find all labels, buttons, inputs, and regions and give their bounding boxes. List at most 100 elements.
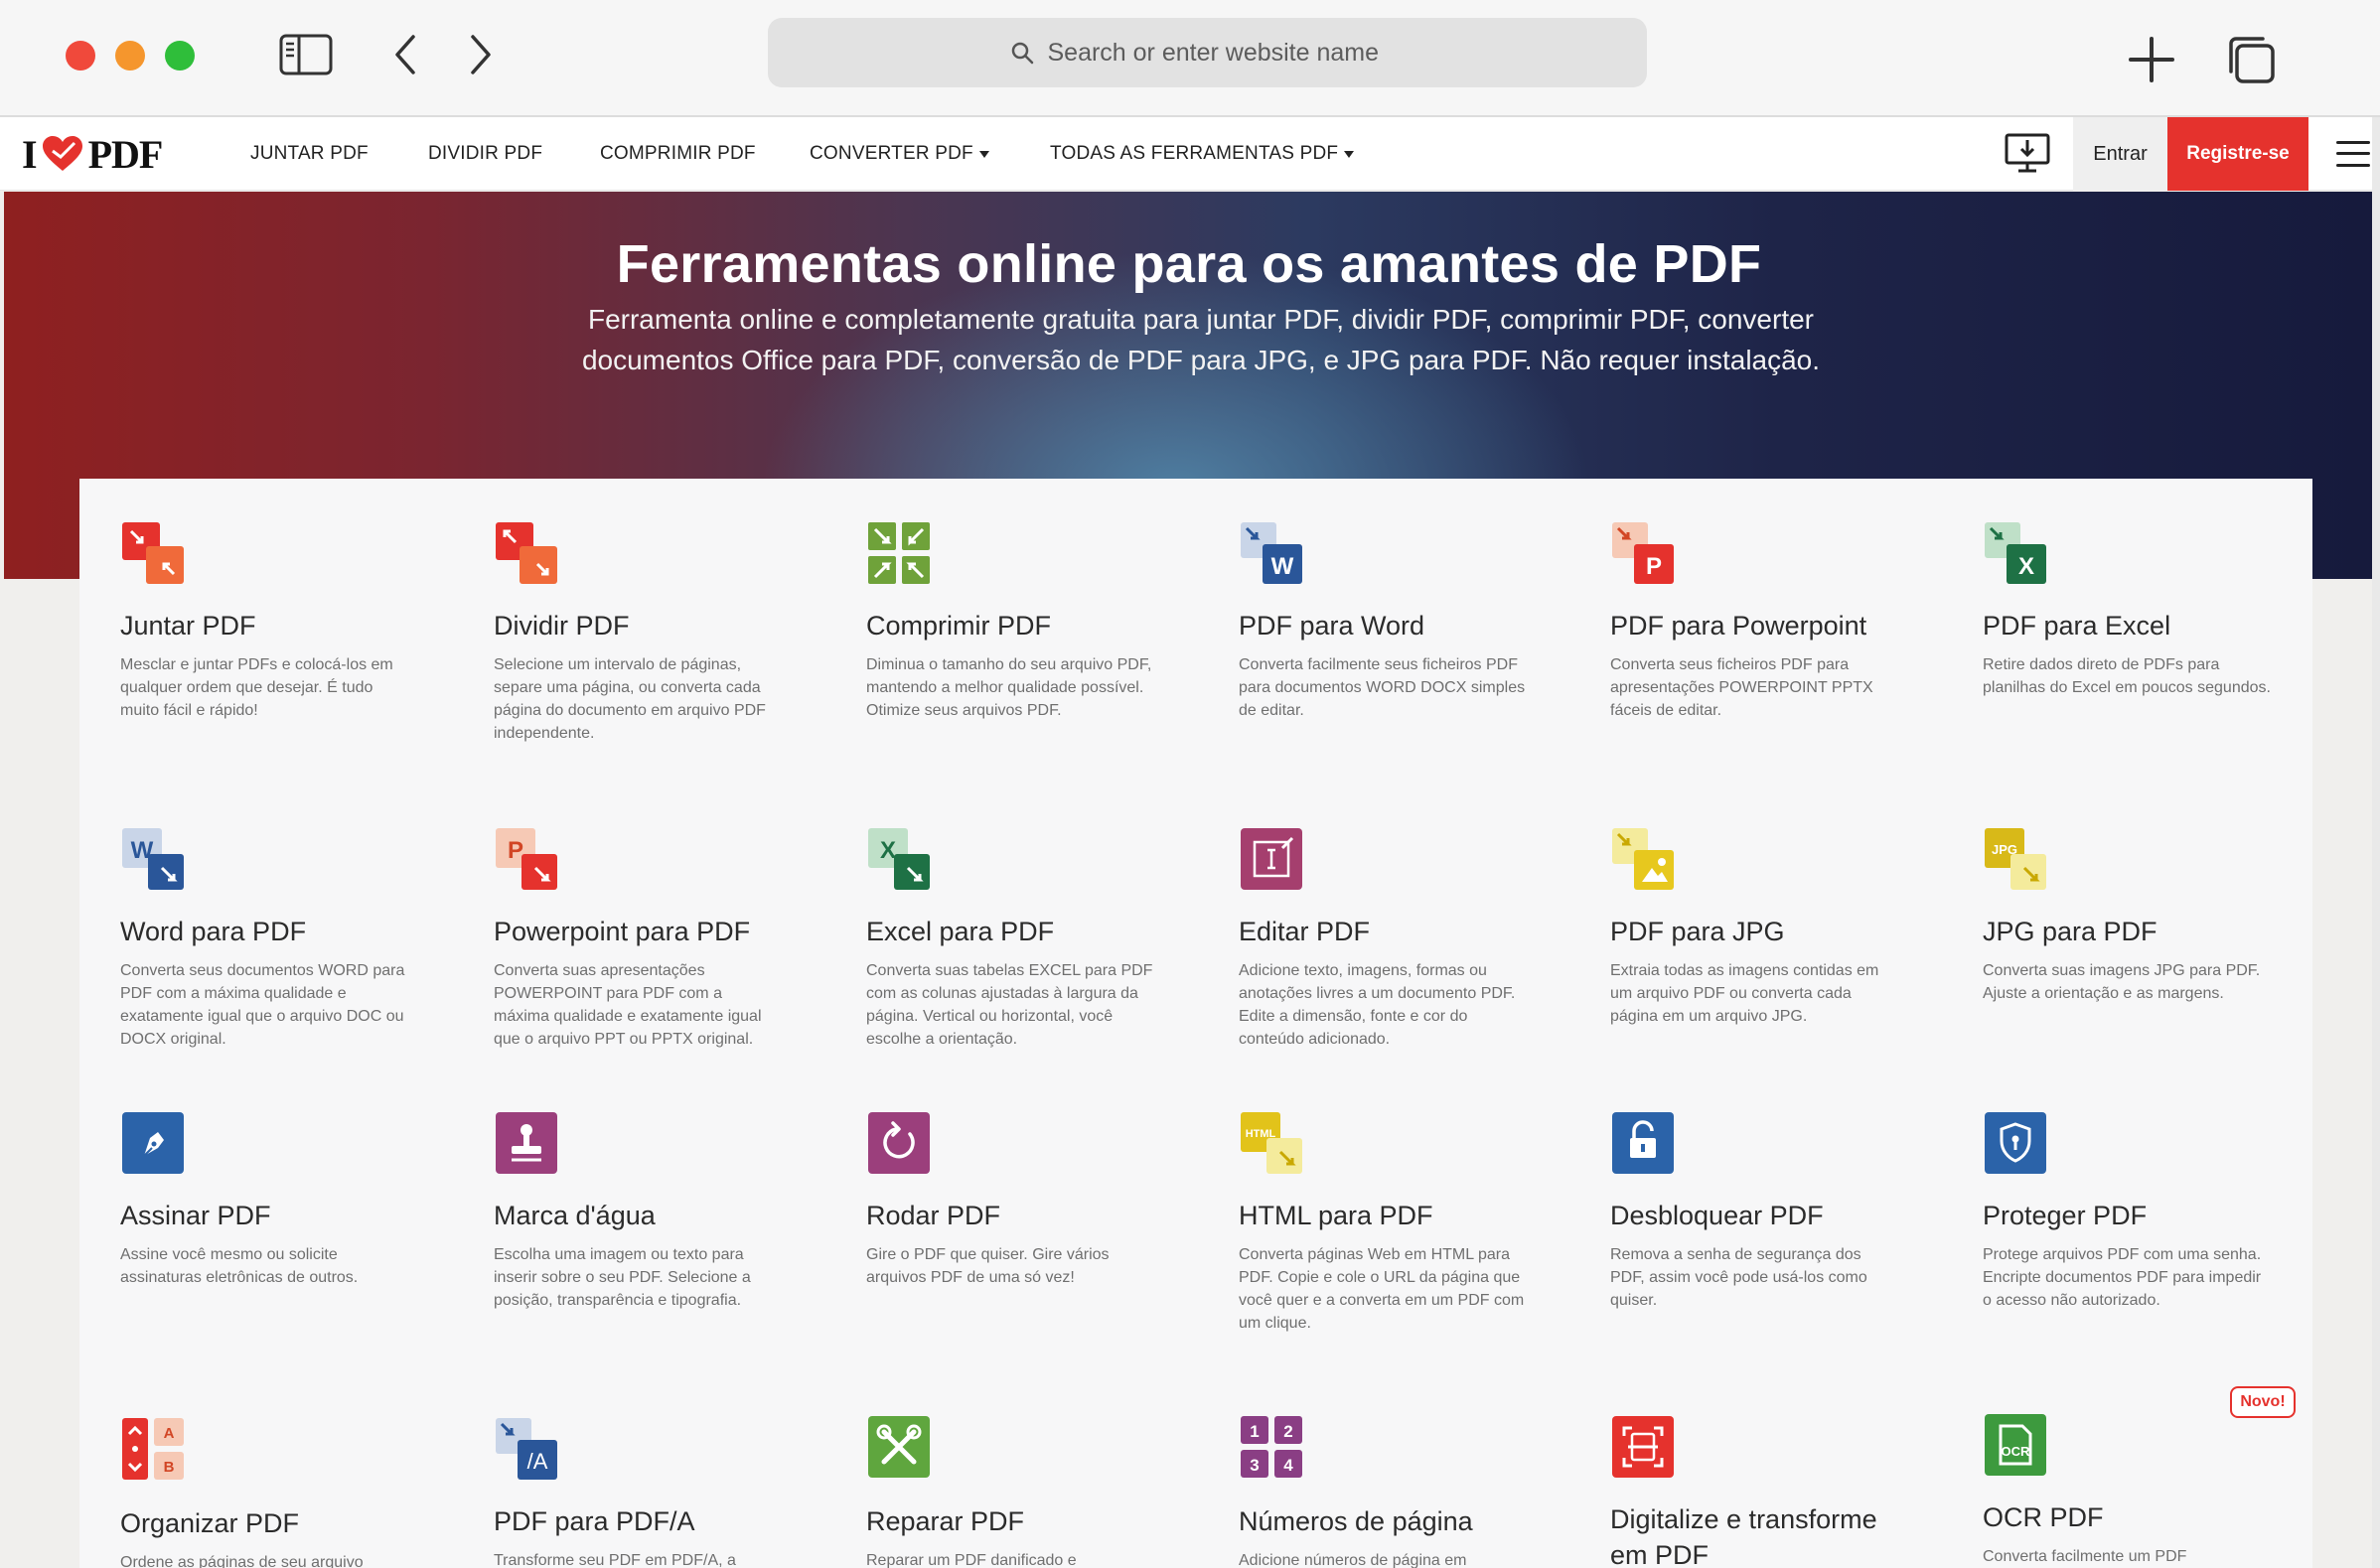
tool-name: Excel para PDF [866,917,1055,946]
tool-name: Rodar PDF [866,1201,1001,1230]
tool-desc: Diminua o tamanho do seu arquivo PDF, ma… [866,656,1152,719]
tool-name: PDF para Excel [1983,611,2171,641]
ocr-icon: OCR [1985,1414,2046,1476]
pdf-to-powerpoint-icon: P [1612,522,1674,584]
tabs-icon [2229,37,2275,83]
tool-name: Desbloquear PDF [1610,1201,1824,1230]
window-close-button[interactable] [66,41,95,71]
tool-desc: Converta facilmente seus ficheiros PDF p… [1239,656,1526,719]
signup-button[interactable]: Registre-se [2167,117,2308,191]
tool-desc: Converta seus documentos WORD para PDF c… [120,962,405,1048]
tool-desc: Adicione texto, imagens, formas ou anota… [1239,962,1516,1048]
forward-button[interactable] [461,30,501,79]
logo-text-i: I [22,131,38,177]
address-input[interactable] [1047,38,1406,68]
login-button[interactable]: Entrar [2073,117,2167,191]
chevron-left-icon [395,35,415,74]
tool-desc: Transforme seu PDF em PDF/A, a [494,1552,736,1568]
pdf-to-excel-icon: X [1985,522,2046,584]
html-to-pdf-icon: HTML [1241,1112,1302,1174]
hamburger-menu-button[interactable] [2336,137,2370,171]
icon-letter: X [2018,553,2034,580]
tool-desc: Converta seus ficheiros PDF para apresen… [1610,656,1873,719]
icon-letter: A [164,1425,175,1442]
tool-desc: Extraia todas as imagens contidas em um … [1610,962,1879,1025]
tool-name: Digitalize e transforme em PDF [1610,1504,1877,1568]
hero-subtitle: Ferramenta online e completamente gratui… [581,304,1821,375]
nav-juntar-pdf[interactable]: JUNTAR PDF [250,117,369,191]
caret-down-icon [1344,150,1355,158]
sidebar-toggle-button[interactable] [278,32,334,77]
tool-desc: Converta páginas Web em HTML para PDF. C… [1239,1246,1525,1332]
ilovepdf-logo[interactable]: I PDF [22,131,164,177]
pdf-to-word-icon: W [1241,522,1302,584]
icon-letter: X [880,837,896,864]
tool-name: Powerpoint para PDF [494,917,751,946]
browser-toolbar [0,0,2380,117]
address-bar[interactable] [768,18,1647,87]
tool-desc: Mesclar e juntar PDFs e colocá-los em qu… [120,656,393,719]
tool-name: Comprimir PDF [866,611,1051,641]
tool-name: Proteger PDF [1983,1201,2148,1230]
nav-todas-ferramentas[interactable]: TODAS AS FERRAMENTAS PDF [1050,117,1355,191]
icon-letter: JPG [1992,842,2017,857]
tool-name: Organizar PDF [120,1508,300,1538]
tool-name: Números de página [1239,1506,1473,1536]
window-minimize-button[interactable] [115,41,145,71]
icon-letter: B [164,1459,175,1476]
logo-text-pdf: PDF [87,131,164,177]
nav-dividir-pdf[interactable]: DIVIDIR PDF [428,117,542,191]
desktop-app-button[interactable] [2003,131,2052,177]
page-numbers-icon: 1 2 3 4 [1241,1416,1302,1478]
powerpoint-to-pdf-icon: P [496,828,557,890]
icon-letter: W [131,837,154,864]
back-button[interactable] [385,30,425,79]
desktop-download-icon [2005,133,2050,173]
shield-icon [1985,1112,2046,1174]
tab-overview-button[interactable] [2221,30,2281,89]
search-icon [1011,42,1033,65]
pdf-to-jpg-icon [1612,828,1674,890]
icon-letter: P [508,837,523,864]
nav-converter-pdf[interactable]: CONVERTER PDF [810,117,989,191]
tool-name: PDF para PDF/A [494,1506,695,1536]
word-to-pdf-icon: W [122,828,184,890]
tool-name: Reparar PDF [866,1506,1025,1536]
scan-icon [1612,1416,1674,1478]
tool-desc: Reparar um PDF danificado e [866,1552,1077,1568]
repair-icon [868,1416,930,1478]
unlock-icon [1612,1112,1674,1174]
edit-pdf-icon [1241,828,1302,890]
rotate-icon [868,1112,930,1174]
jpg-to-pdf-icon: JPG [1985,828,2046,890]
tool-name: Dividir PDF [494,611,630,641]
icon-letter: /A [527,1449,548,1474]
icon-letter: 3 [1250,1456,1259,1475]
tool-name: Editar PDF [1239,917,1371,946]
icon-letter: 1 [1250,1422,1259,1441]
merge-icon [122,522,184,584]
tool-desc: Remova a senha de segurança dos PDF, ass… [1610,1246,1867,1309]
tool-name: PDF para Word [1239,611,1425,641]
menu-line [2336,141,2370,145]
compress-icon [868,522,930,584]
hero-title: Ferramentas online para os amantes de PD… [616,234,1762,294]
excel-to-pdf-icon: X [868,828,930,890]
sidebar-icon [279,34,333,75]
chevron-right-icon [471,35,491,74]
icon-letter: 4 [1283,1456,1293,1475]
tool-desc: Converta suas apresentações POWERPOINT p… [494,962,762,1048]
window-zoom-button[interactable] [165,41,195,71]
icon-letter: OCR [2002,1444,2031,1459]
tool-name: PDF para Powerpoint [1610,611,1867,641]
nav-comprimir-pdf[interactable]: COMPRIMIR PDF [600,117,756,191]
tool-desc: Gire o PDF que quiser. Gire vários arqui… [866,1246,1110,1286]
new-badge: Novo! [2230,1386,2296,1418]
tool-name: OCR PDF [1983,1502,2104,1532]
menu-line [2336,152,2370,156]
organize-icon: AB [122,1418,184,1480]
split-icon [496,522,557,584]
tool-name: HTML para PDF [1239,1201,1433,1230]
tool-name: Word para PDF [120,917,307,946]
new-tab-button[interactable] [2122,30,2181,89]
